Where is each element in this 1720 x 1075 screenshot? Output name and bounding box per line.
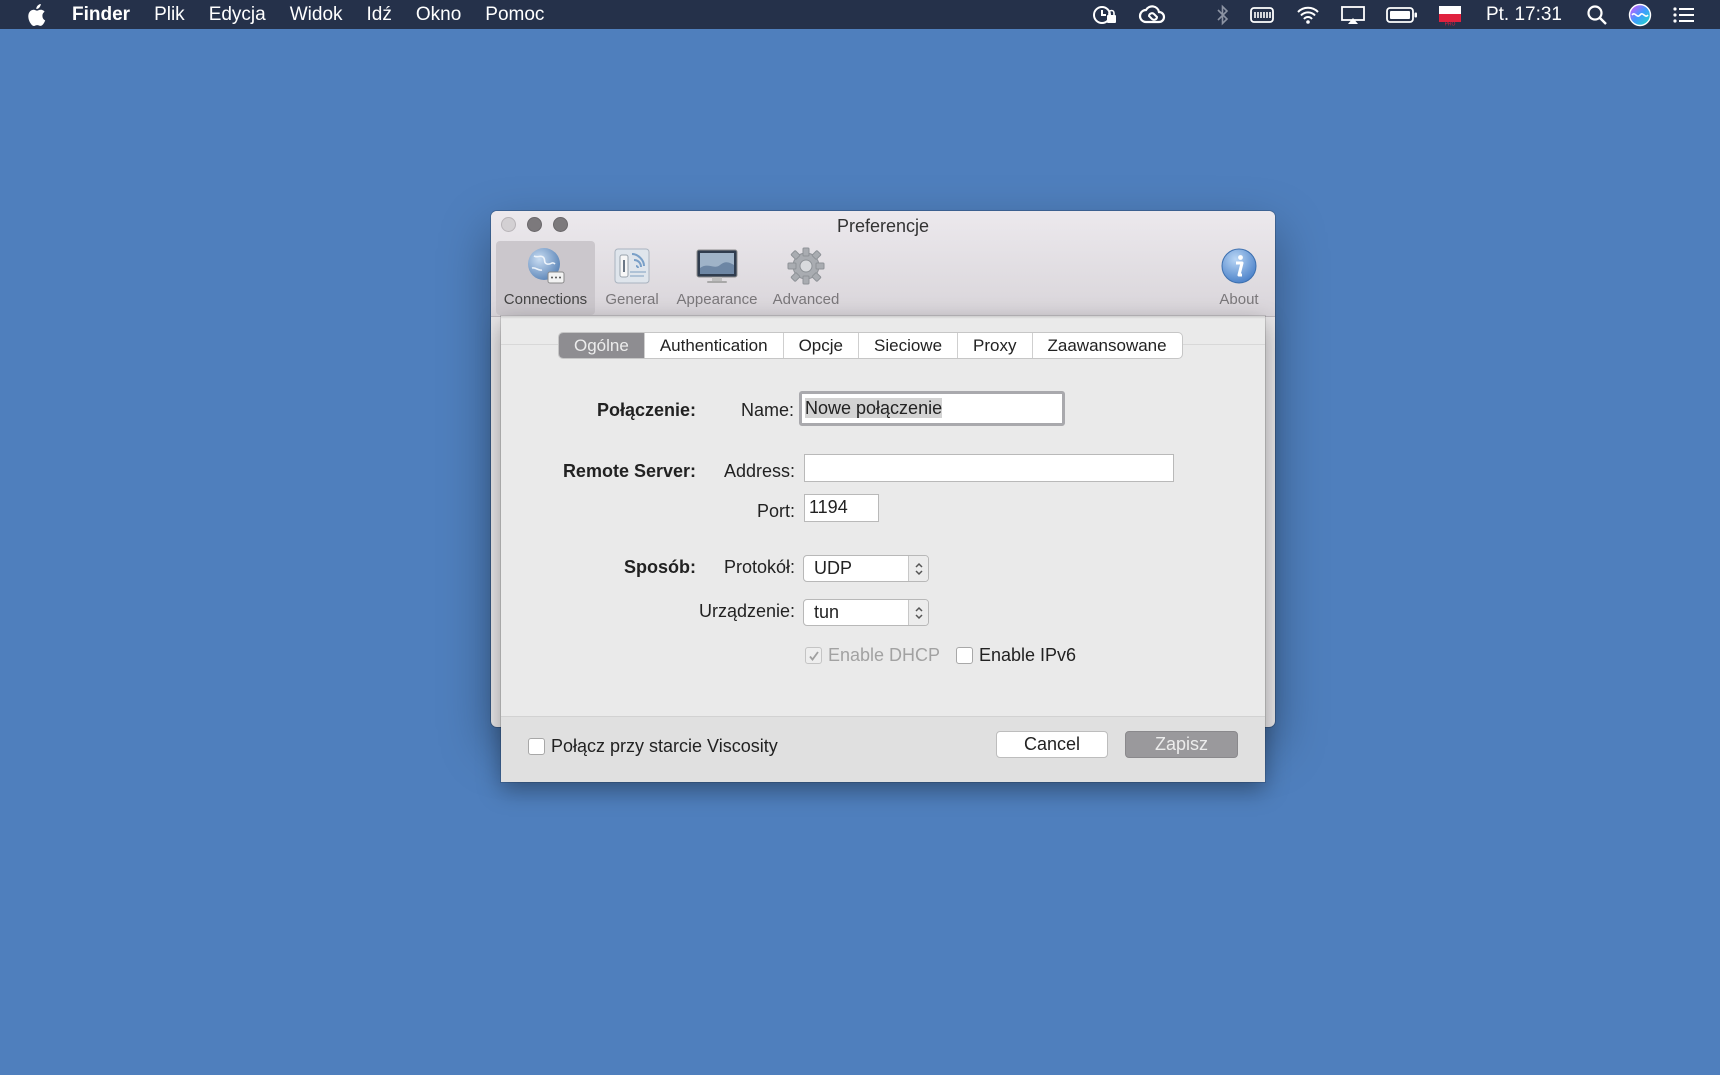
notification-center-icon[interactable] xyxy=(1672,0,1696,29)
name-label: Name: xyxy=(740,400,794,420)
cancel-button[interactable]: Cancel xyxy=(996,731,1108,758)
menu-bar-left: Finder Plik Edycja Widok Idź Okno Pomoc xyxy=(0,0,556,29)
siri-icon[interactable] xyxy=(1628,0,1652,29)
enable-ipv6-checkbox[interactable] xyxy=(956,647,973,664)
connection-section-label: Połączenie: xyxy=(596,400,696,420)
menu-app-finder[interactable]: Finder xyxy=(56,0,142,29)
tab-opcje[interactable]: Opcje xyxy=(782,333,858,358)
general-switch-icon xyxy=(610,245,654,287)
address-label: Address: xyxy=(723,461,795,481)
enable-ipv6-label: Enable IPv6 xyxy=(979,645,1077,665)
name-field-value: Nowe połączenie xyxy=(805,398,943,418)
enable-dhcp-label: Enable DHCP xyxy=(828,645,941,665)
menu-clock[interactable]: Pt. 17:31 xyxy=(1486,4,1562,26)
menu-pomoc[interactable]: Pomoc xyxy=(473,0,556,29)
wifi-icon[interactable] xyxy=(1296,0,1320,29)
tab-ogolne[interactable]: Ogólne xyxy=(559,333,644,358)
name-field[interactable]: Nowe połączenie xyxy=(799,391,1065,426)
autoconnect-label: Połącz przy starcie Viscosity xyxy=(551,736,778,756)
about-info-icon xyxy=(1217,245,1261,287)
device-select-value: tun xyxy=(814,602,840,622)
address-field[interactable] xyxy=(804,454,1174,482)
menu-idz[interactable]: Idź xyxy=(355,0,404,29)
airplay-icon[interactable] xyxy=(1340,0,1366,29)
enable-ipv6-option[interactable]: Enable IPv6 xyxy=(956,645,1076,666)
connection-editor-sheet: Ogólne Authentication Opcje Sieciowe Pro… xyxy=(501,316,1265,782)
sheet-footer: Połącz przy starcie Viscosity Cancel Zap… xyxy=(501,716,1265,782)
menu-bar-right: PRO Pt. 17:31 xyxy=(1082,0,1720,29)
toolbar-general[interactable]: General xyxy=(595,241,669,315)
protocol-select[interactable]: UDP xyxy=(803,555,929,582)
menu-widok[interactable]: Widok xyxy=(278,0,355,29)
protocol-select-value: UDP xyxy=(814,558,853,578)
save-button[interactable]: Zapisz xyxy=(1125,731,1238,758)
menu-plik[interactable]: Plik xyxy=(142,0,197,29)
time-machine-lock-icon[interactable] xyxy=(1092,0,1118,29)
connections-globe-icon xyxy=(524,245,568,287)
battery-meter-icon[interactable] xyxy=(1250,0,1276,29)
device-select[interactable]: tun xyxy=(803,599,929,626)
battery-icon[interactable] xyxy=(1386,0,1418,29)
port-label: Port: xyxy=(756,501,795,521)
port-field[interactable]: 1194 xyxy=(804,494,879,522)
updown-chevron-icon xyxy=(908,556,928,581)
enable-dhcp-option[interactable]: Enable DHCP xyxy=(805,645,940,666)
menu-bar: Finder Plik Edycja Widok Idź Okno Pomoc xyxy=(0,0,1720,29)
toolbar-appearance[interactable]: Appearance xyxy=(669,241,765,315)
tab-bar: Ogólne Authentication Opcje Sieciowe Pro… xyxy=(558,332,1183,359)
tab-proxy[interactable]: Proxy xyxy=(957,333,1031,358)
toolbar-appearance-label: Appearance xyxy=(676,291,758,308)
svg-text:PRO: PRO xyxy=(1445,21,1456,26)
toolbar-about-label: About xyxy=(1219,291,1259,308)
toolbar-connections-label: Connections xyxy=(503,291,588,308)
remote-server-section-label: Remote Server: xyxy=(562,461,696,481)
bluetooth-icon[interactable] xyxy=(1216,0,1230,29)
checkmark-icon xyxy=(808,650,819,661)
menu-edycja[interactable]: Edycja xyxy=(197,0,278,29)
autoconnect-checkbox[interactable] xyxy=(528,738,545,755)
updown-chevron-icon xyxy=(908,600,928,625)
toolbar-general-label: General xyxy=(605,291,659,308)
toolbar-advanced-label: Advanced xyxy=(772,291,840,308)
enable-dhcp-checkbox[interactable] xyxy=(805,647,822,664)
tab-zaawansowane[interactable]: Zaawansowane xyxy=(1031,333,1182,358)
spotlight-search-icon[interactable] xyxy=(1586,0,1608,29)
advanced-gear-icon xyxy=(784,245,828,287)
sheet-shadow-edge xyxy=(501,316,1265,319)
tab-authentication[interactable]: Authentication xyxy=(643,333,783,358)
flag-pl-icon[interactable]: PRO xyxy=(1438,0,1462,29)
appearance-monitor-icon xyxy=(695,245,739,287)
autoconnect-option[interactable]: Połącz przy starcie Viscosity xyxy=(528,736,778,757)
toolbar-connections[interactable]: Connections xyxy=(496,241,595,315)
toolbar-advanced[interactable]: Advanced xyxy=(765,241,847,315)
method-section-label: Sposób: xyxy=(624,557,696,577)
window-title: Preferencje xyxy=(836,216,930,236)
device-label: Urządzenie: xyxy=(698,601,795,621)
apple-menu-icon[interactable] xyxy=(16,0,56,29)
creative-cloud-icon[interactable] xyxy=(1138,0,1166,29)
protocol-label: Protokół: xyxy=(723,557,795,577)
tab-sieciowe[interactable]: Sieciowe xyxy=(858,333,957,358)
menu-okno[interactable]: Okno xyxy=(404,0,473,29)
window-titlebar: Preferencje Connections General Appearan… xyxy=(491,211,1275,317)
toolbar-about[interactable]: About xyxy=(1211,241,1267,315)
